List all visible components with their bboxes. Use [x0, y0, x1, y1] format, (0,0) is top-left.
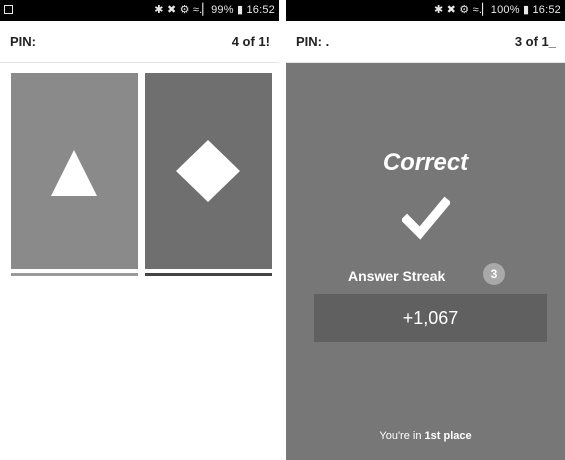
game-header: PIN: 4 of 1!	[0, 21, 279, 63]
tile-divider	[11, 273, 138, 276]
place-value: 1st place	[424, 430, 472, 442]
left-phone-screen: ✱ ✖ ⚙ ≈.▏99% ▮ 16:52 PIN: 4 of 1!	[0, 0, 279, 460]
place-prefix: You're in	[379, 430, 425, 442]
answer-streak: Answer Streak 3	[286, 263, 565, 289]
status-bar: ✱ ✖ ⚙ ≈.▏99% ▮ 16:52	[0, 0, 279, 21]
result-title: Correct	[382, 149, 469, 176]
answer-tile-triangle[interactable]	[11, 73, 138, 269]
streak-badge: 3	[483, 263, 505, 285]
checkmark-icon	[402, 196, 450, 240]
right-phone-screen: ✱ ✖ ⚙ ≈.▏100% ▮ 16:52 PIN: . 3 of 1_ Cor…	[286, 0, 565, 460]
question-progress: 3 of 1_	[514, 34, 556, 49]
pin-label: PIN: .	[296, 34, 330, 49]
question-progress: 4 of 1!	[231, 34, 270, 49]
streak-label: Answer Streak	[348, 268, 446, 284]
triangle-icon	[51, 150, 97, 196]
pin-label: PIN:	[10, 34, 36, 49]
place-message: You're in 1st place	[286, 430, 565, 442]
status-bar: ✱ ✖ ⚙ ≈.▏100% ▮ 16:52	[286, 0, 565, 21]
game-header: PIN: . 3 of 1_	[286, 21, 565, 63]
status-icons: ✱ ✖ ⚙ ≈.▏100% ▮ 16:52	[433, 4, 561, 16]
status-icons: ✱ ✖ ⚙ ≈.▏99% ▮ 16:52	[154, 4, 275, 16]
answer-tile-diamond[interactable]	[145, 73, 272, 269]
result-panel: Correct Answer Streak 3 +1,067 You're in…	[286, 63, 565, 460]
diamond-icon	[176, 140, 240, 202]
tile-divider	[145, 273, 272, 276]
points-earned: +1,067	[314, 294, 547, 342]
notification-icon	[4, 5, 13, 14]
